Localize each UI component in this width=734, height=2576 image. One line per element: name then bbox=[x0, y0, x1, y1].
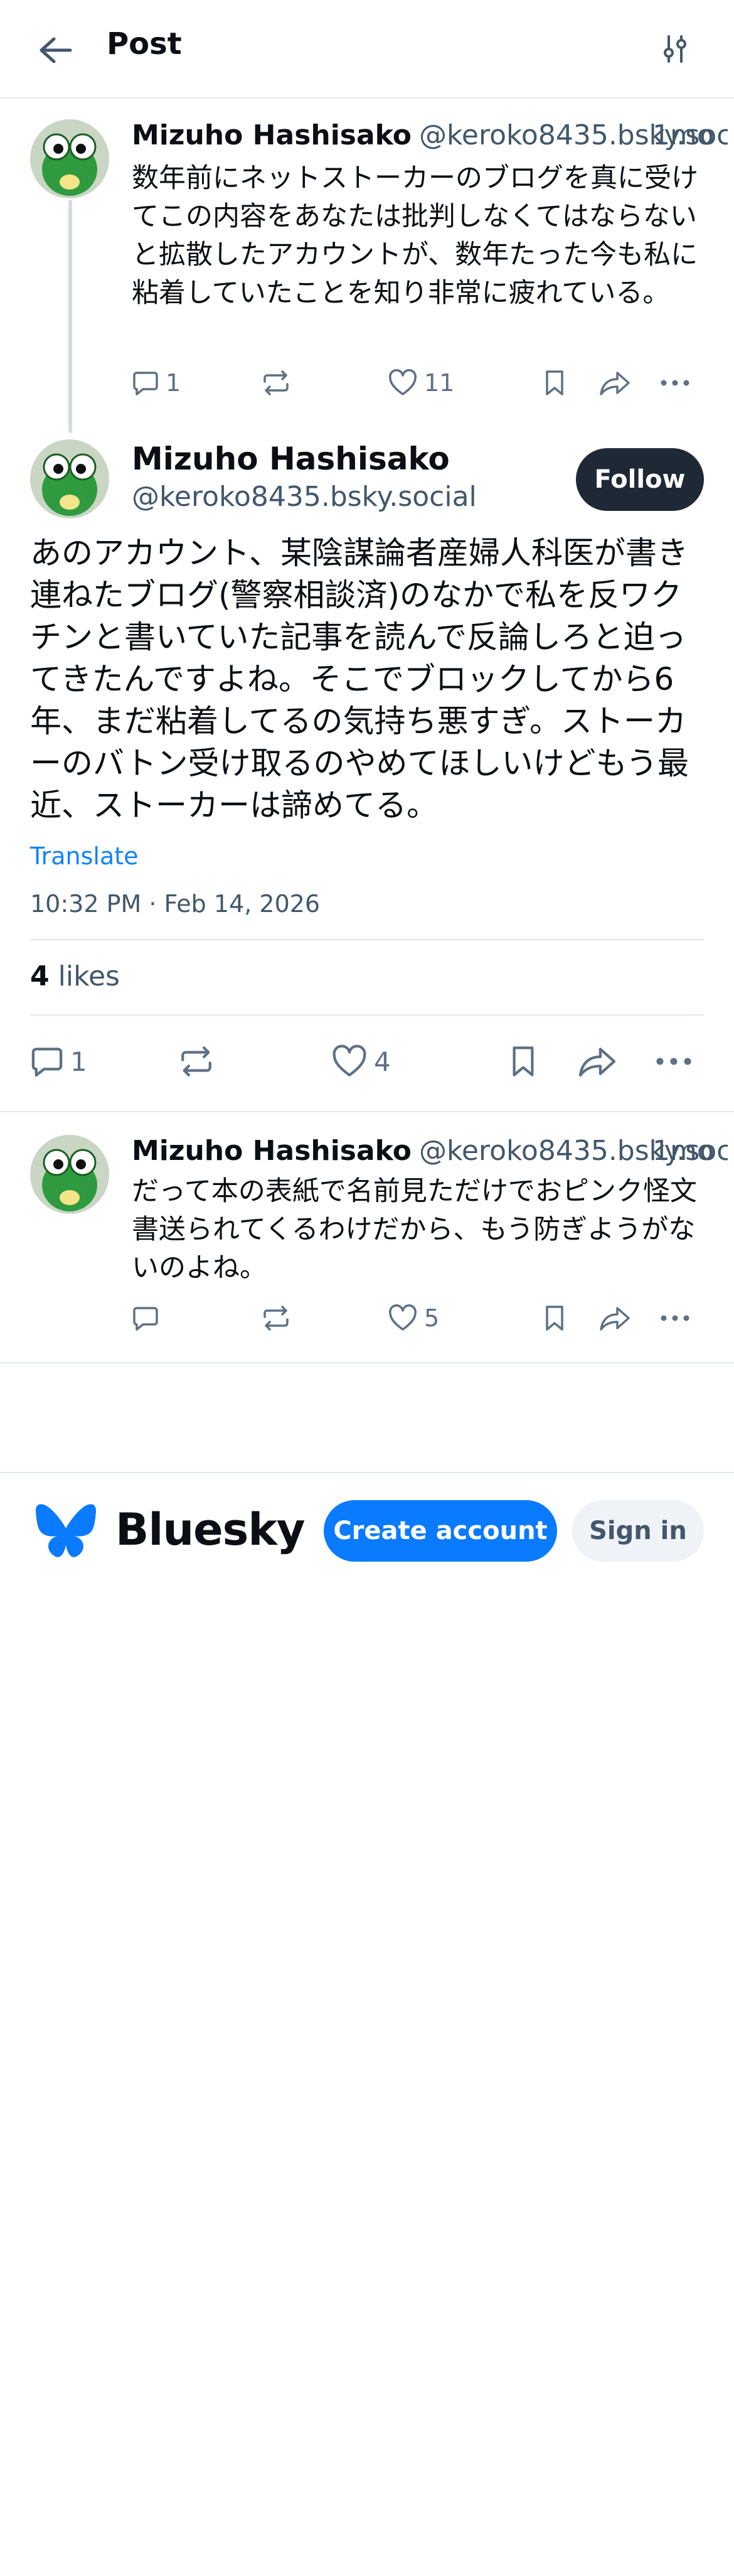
likes-summary[interactable]: 4 likes bbox=[30, 960, 120, 992]
bookmark-button[interactable] bbox=[508, 1044, 538, 1078]
bookmark-icon bbox=[546, 1306, 563, 1331]
repost-button[interactable] bbox=[261, 369, 291, 397]
repost-button[interactable] bbox=[178, 1044, 215, 1078]
author-name[interactable]: Mizuho Hashisako bbox=[132, 1135, 412, 1167]
author-name[interactable]: Mizuho Hashisako bbox=[132, 119, 412, 151]
heart-icon bbox=[332, 1044, 366, 1076]
avatar[interactable] bbox=[30, 439, 109, 518]
post-text: だって本の表紙で名前見ただけでおピンク怪文書送られてくるわけだから、もう防ぎよう… bbox=[132, 1176, 697, 1284]
share-button[interactable] bbox=[598, 369, 631, 397]
back-button[interactable] bbox=[33, 30, 78, 70]
avatar[interactable] bbox=[30, 1135, 109, 1214]
comment-icon bbox=[133, 1307, 158, 1331]
arrow-left-icon bbox=[40, 37, 72, 63]
post-actions: 1 11 bbox=[132, 364, 696, 402]
frog-avatar-image bbox=[30, 119, 109, 198]
divider bbox=[0, 1472, 734, 1473]
follow-button[interactable]: Follow bbox=[576, 448, 704, 511]
author-name[interactable]: Mizuho Hashisako bbox=[132, 441, 450, 477]
more-horizontal-icon bbox=[656, 1058, 691, 1065]
translate-link[interactable]: Translate bbox=[30, 842, 139, 870]
heart-icon bbox=[389, 1304, 417, 1331]
reply-count: 1 bbox=[166, 369, 181, 397]
repost-icon bbox=[263, 1306, 289, 1331]
sliders-icon bbox=[664, 35, 686, 63]
more-options-button[interactable] bbox=[654, 1044, 694, 1078]
comment-icon bbox=[31, 1048, 63, 1077]
frog-avatar-image bbox=[30, 1135, 109, 1214]
likes-label: likes bbox=[58, 960, 120, 992]
bookmark-icon bbox=[513, 1046, 534, 1076]
share-button[interactable] bbox=[598, 1304, 631, 1332]
like-button[interactable]: 5 bbox=[388, 1304, 439, 1332]
reply-button[interactable]: 1 bbox=[30, 1044, 87, 1078]
post-actions: 1 4 bbox=[30, 1042, 704, 1086]
reply-count: 1 bbox=[70, 1046, 87, 1077]
share-arrow-icon bbox=[578, 1048, 616, 1077]
page-title: Post bbox=[107, 26, 182, 62]
reply-button[interactable] bbox=[132, 1304, 159, 1332]
frog-avatar-image bbox=[30, 439, 109, 518]
divider bbox=[0, 1111, 734, 1112]
thread-settings-button[interactable] bbox=[652, 29, 698, 69]
more-horizontal-icon bbox=[661, 1315, 689, 1321]
repost-button[interactable] bbox=[261, 1304, 291, 1332]
more-options-button[interactable] bbox=[659, 1304, 691, 1332]
more-options-button[interactable] bbox=[659, 369, 691, 397]
comment-icon bbox=[133, 372, 158, 395]
sign-in-button[interactable]: Sign in bbox=[572, 1500, 704, 1562]
post-text: あのアカウント、某陰謀論者産婦人科医が書き連ねたブログ(警察相談済)のなかで私を… bbox=[30, 535, 689, 824]
thread-connector-line bbox=[68, 200, 72, 433]
share-arrow-icon bbox=[600, 1307, 630, 1331]
share-arrow-icon bbox=[600, 372, 630, 395]
post-timestamp: 10:32 PM · Feb 14, 2026 bbox=[30, 890, 321, 918]
author-handle[interactable]: @keroko8435.bsky.social bbox=[132, 481, 477, 513]
post-text: 数年前にネットストーカーのブログを真に受けてこの内容をあなたは批判しなくてはなら… bbox=[132, 163, 698, 309]
heart-icon bbox=[389, 369, 417, 395]
bookmark-button[interactable] bbox=[542, 369, 567, 397]
bluesky-butterfly-logo[interactable] bbox=[35, 1503, 97, 1559]
reply-button[interactable]: 1 bbox=[132, 369, 181, 397]
create-account-button[interactable]: Create account bbox=[324, 1500, 557, 1562]
likes-count: 4 bbox=[30, 960, 50, 992]
repost-icon bbox=[263, 370, 289, 395]
avatar[interactable] bbox=[30, 119, 109, 198]
like-count: 11 bbox=[424, 369, 455, 397]
post-header: Mizuho Hashisako @keroko8435.bsky.social bbox=[132, 1135, 728, 1167]
bluesky-wordmark: Bluesky bbox=[115, 1504, 306, 1555]
like-button[interactable]: 4 bbox=[331, 1044, 391, 1078]
bookmark-button[interactable] bbox=[542, 1304, 567, 1332]
post-age[interactable]: 1mo bbox=[652, 1135, 714, 1167]
like-count: 5 bbox=[424, 1304, 440, 1332]
butterfly-icon bbox=[36, 1504, 96, 1557]
divider bbox=[0, 1362, 734, 1363]
post-actions: 5 bbox=[132, 1304, 696, 1342]
repost-icon bbox=[181, 1046, 211, 1076]
like-button[interactable]: 11 bbox=[388, 369, 454, 397]
post-age[interactable]: 1mo bbox=[652, 119, 714, 151]
divider bbox=[30, 939, 704, 940]
post-header: Mizuho Hashisako @keroko8435.bsky.social bbox=[132, 119, 728, 151]
bookmark-icon bbox=[546, 370, 563, 395]
divider bbox=[30, 1014, 704, 1016]
like-count: 4 bbox=[374, 1046, 391, 1077]
more-horizontal-icon bbox=[661, 380, 689, 386]
share-button[interactable] bbox=[577, 1044, 617, 1078]
